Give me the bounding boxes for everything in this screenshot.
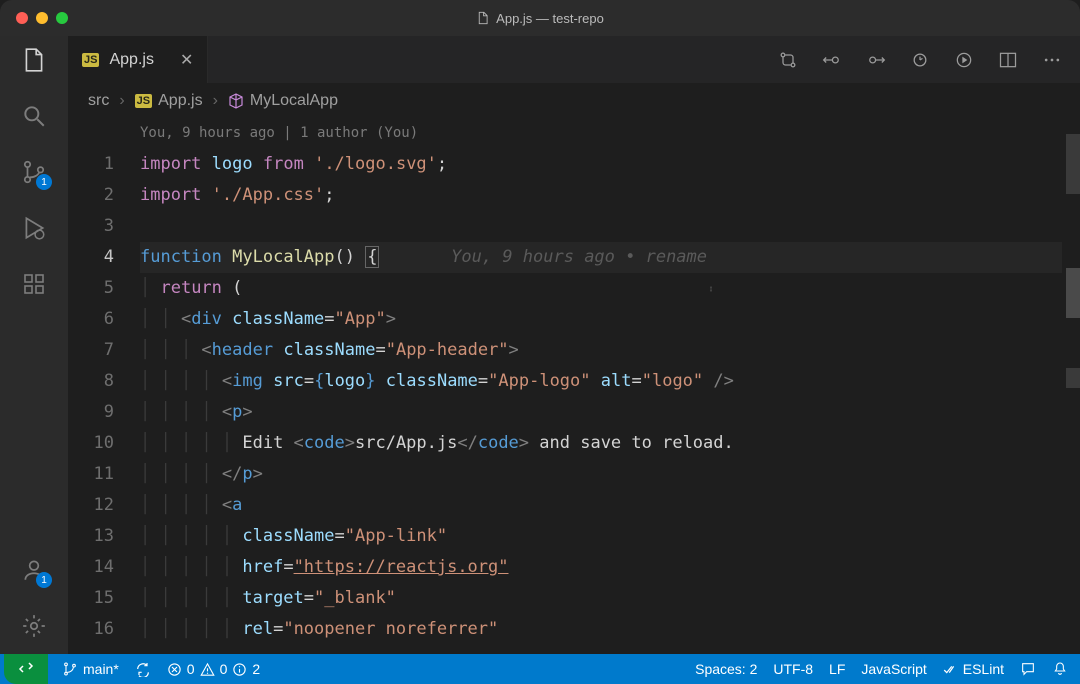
prev-change-icon[interactable] [822, 50, 842, 70]
check-all-icon [943, 662, 958, 677]
symbol-cube-icon [228, 92, 244, 110]
code-line: │ │ │ │ │ href="https://reactjs.org" [140, 552, 1080, 583]
settings-gear-icon[interactable] [20, 612, 48, 640]
git-branch-icon [62, 661, 78, 677]
code-editor[interactable]: 1 2 3 4 5 6 7 8 9 10 11 12 13 14 15 16 Y… [68, 118, 1080, 654]
minimap[interactable] [1062, 118, 1080, 654]
revert-icon[interactable] [910, 50, 930, 70]
split-editor-icon[interactable] [998, 50, 1018, 70]
activity-bar: 1 1 [0, 36, 68, 654]
eslint-status[interactable]: ESLint [935, 654, 1012, 684]
window-title: App.js — test-repo [476, 11, 604, 26]
file-icon [476, 11, 490, 25]
status-bar: main* 0 0 2 Spaces: 2 UTF-8 LF JavaScrip… [0, 654, 1080, 684]
notifications-icon[interactable] [1044, 654, 1076, 684]
code-line: │ │ │ │ </p> [140, 459, 1080, 490]
more-actions-icon[interactable] [1042, 50, 1062, 70]
breadcrumb-folder[interactable]: src [88, 92, 109, 110]
account-badge: 1 [36, 572, 52, 588]
editor-area: JS App.js ✕ src › JS App.js › [68, 36, 1080, 654]
code-line: │ │ │ │ │ rel="noopener noreferrer" [140, 614, 1080, 645]
eol-status[interactable]: LF [821, 654, 853, 684]
breadcrumb[interactable]: src › JS App.js › MyLocalApp [68, 84, 1080, 118]
tab-bar: JS App.js ✕ [68, 36, 1080, 84]
js-file-icon: JS [82, 53, 99, 67]
sync-icon [135, 661, 151, 677]
close-tab-icon[interactable]: ✕ [180, 50, 193, 70]
run-icon[interactable] [954, 50, 974, 70]
code-line [140, 211, 1080, 242]
code-line: │ │ │ │ │ target="_blank" [140, 583, 1080, 614]
indentation-status[interactable]: Spaces: 2 [687, 654, 765, 684]
next-change-icon[interactable] [866, 50, 886, 70]
tab-label: App.js [109, 51, 153, 69]
code-line: │ return ( [140, 273, 1080, 304]
code-line: │ │ <div className="App"> [140, 304, 1080, 335]
titlebar: App.js — test-repo [0, 0, 1080, 36]
encoding-status[interactable]: UTF-8 [765, 654, 821, 684]
code-line: │ │ │ │ │ className="App-link" [140, 521, 1080, 552]
extensions-icon[interactable] [20, 270, 48, 298]
code-line: │ │ │ │ <img src={logo} className="App-l… [140, 366, 1080, 397]
run-debug-icon[interactable] [20, 214, 48, 242]
code-line: │ │ │ │ <p> [140, 397, 1080, 428]
code-line: │ │ │ │ <a [140, 490, 1080, 521]
account-icon[interactable]: 1 [20, 556, 48, 584]
git-compare-icon[interactable] [778, 50, 798, 70]
close-window-button[interactable] [16, 12, 28, 24]
sync-changes-button[interactable] [127, 654, 159, 684]
git-branch-status[interactable]: main* [54, 654, 127, 684]
code-line: import './App.css'; [140, 180, 1080, 211]
search-icon[interactable] [20, 102, 48, 130]
source-control-icon[interactable]: 1 [20, 158, 48, 186]
remote-indicator[interactable] [4, 654, 48, 684]
text-cursor-icon [710, 280, 712, 298]
minimize-window-button[interactable] [36, 12, 48, 24]
scm-badge: 1 [36, 174, 52, 190]
js-file-icon: JS [135, 94, 152, 108]
feedback-icon[interactable] [1012, 654, 1044, 684]
problems-status[interactable]: 0 0 2 [159, 654, 268, 684]
chevron-right-icon: › [119, 92, 124, 110]
code-line: import logo from './logo.svg'; [140, 149, 1080, 180]
chevron-right-icon: › [213, 92, 218, 110]
inline-git-blame: You, 9 hours ago • rename [451, 247, 707, 267]
explorer-icon[interactable] [20, 46, 48, 74]
editor-actions [778, 36, 1080, 83]
codelens-authors[interactable]: You, 9 hours ago | 1 author (You) [140, 118, 1080, 149]
code-content[interactable]: You, 9 hours ago | 1 author (You) import… [140, 118, 1080, 654]
tab-app-js[interactable]: JS App.js ✕ [68, 36, 208, 83]
code-line: function MyLocalApp() { You, 9 hours ago… [140, 242, 1080, 273]
warning-icon [200, 662, 215, 677]
window-controls [0, 12, 68, 24]
error-icon [167, 662, 182, 677]
code-line: │ │ │ │ │ Edit <code>src/App.js</code> a… [140, 428, 1080, 459]
maximize-window-button[interactable] [56, 12, 68, 24]
breadcrumb-symbol[interactable]: MyLocalApp [250, 92, 338, 110]
info-icon [232, 662, 247, 677]
breadcrumb-file[interactable]: App.js [158, 92, 202, 110]
language-mode-status[interactable]: JavaScript [853, 654, 934, 684]
code-line: │ │ │ <header className="App-header"> [140, 335, 1080, 366]
line-number-gutter: 1 2 3 4 5 6 7 8 9 10 11 12 13 14 15 16 [68, 118, 140, 654]
